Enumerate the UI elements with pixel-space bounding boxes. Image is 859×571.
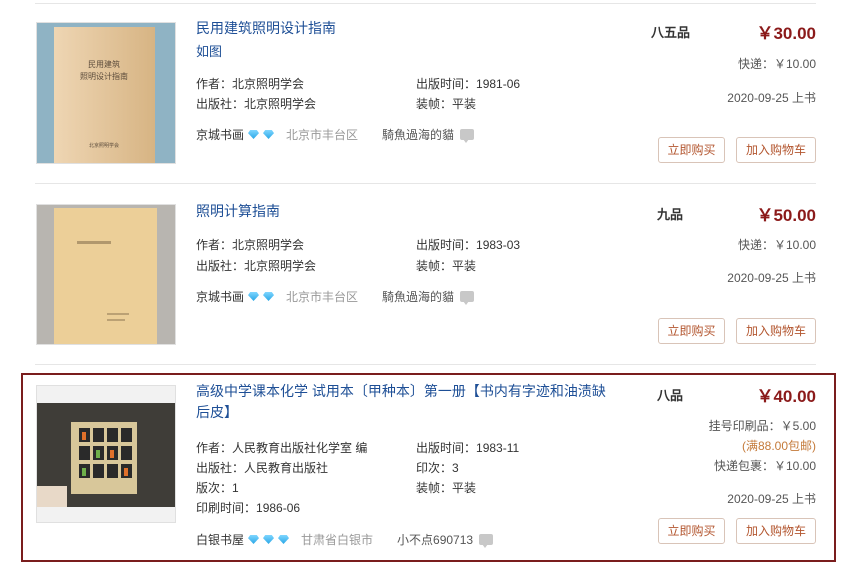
pub-date-field: 出版时间：1981-06 (416, 77, 521, 91)
cover-photo: 民用建筑 照明设计指南 北京照明学会 (37, 23, 175, 163)
seller-name-link[interactable]: 騎魚過海的貓 (382, 126, 454, 143)
list-item: 高级中学课本化学 试用本〔甲种本〕第一册【书内有字迹和油渍缺后皮】 作者：人民教… (35, 375, 816, 561)
diamond-icon (248, 130, 260, 139)
cover-photo (37, 386, 175, 522)
publisher-field: 出版社：人民教育出版社 (196, 461, 329, 475)
free-shipping-note: (满88.00包邮) (741, 439, 816, 453)
chat-icon[interactable] (460, 291, 475, 305)
book-cover-image[interactable] (36, 385, 176, 523)
cover-title-line2: 照明设计指南 (80, 71, 128, 81)
book-cover-image[interactable]: 民用建筑 照明设计指南 北京照明学会 (36, 22, 176, 164)
shipping-fee: 快递：￥10.00 (737, 57, 816, 71)
add-to-cart-button[interactable]: 加入购物车 (736, 518, 816, 544)
book-title-link[interactable]: 民用建筑照明设计指南 (196, 18, 496, 39)
add-to-cart-button[interactable]: 加入购物车 (736, 137, 816, 163)
print-date-field: 印刷时间：1986-06 (196, 501, 301, 515)
list-item: 民用建筑 照明设计指南 北京照明学会 民用建筑照明设计指南 如图 作者：北京照明… (35, 8, 816, 184)
buy-now-button[interactable]: 立即购买 (658, 137, 725, 163)
item-divider (35, 364, 816, 365)
add-to-cart-button[interactable]: 加入购物车 (736, 318, 816, 344)
seller-name-link[interactable]: 小不点690713 (397, 531, 473, 548)
top-divider (35, 3, 816, 4)
cover-publisher: 北京照明学会 (89, 142, 119, 149)
edition-field: 版次：1 (196, 481, 239, 495)
diamond-icon (248, 535, 260, 544)
binding-field: 装帧：平装 (416, 481, 477, 495)
shop-info: 白银书屋 甘肃省白银市 小不点690713 (196, 531, 494, 548)
condition-label: 八五品 (651, 25, 691, 40)
buy-now-button[interactable]: 立即购买 (658, 318, 725, 344)
diamond-icon (263, 130, 275, 139)
shop-info: 京城书画 北京市丰台区 騎魚過海的貓 (196, 288, 475, 305)
pub-date-field: 出版时间：1983-03 (416, 238, 521, 252)
publisher-field: 出版社：北京照明学会 (196, 97, 317, 111)
price: ￥50.00 (756, 206, 816, 225)
binding-field: 装帧：平装 (416, 259, 477, 273)
author-field: 作者：北京照明学会 (196, 77, 305, 91)
chat-icon[interactable] (479, 534, 494, 548)
buy-now-button[interactable]: 立即购买 (658, 518, 725, 544)
shop-name-link[interactable]: 京城书画 (196, 288, 244, 305)
price: ￥40.00 (756, 387, 816, 406)
shop-name-link[interactable]: 京城书画 (196, 126, 244, 143)
listing-date: 2020-09-25 上书 (727, 91, 816, 105)
author-field: 作者：人民教育出版社化学室 编 (196, 441, 368, 455)
shop-info: 京城书画 北京市丰台区 騎魚過海的貓 (196, 126, 475, 143)
shop-location: 甘肃省白银市 (301, 533, 374, 547)
registered-mail-fee: 挂号印刷品：￥5.00 (708, 419, 816, 433)
cover-photo (37, 205, 175, 344)
book-title-link[interactable]: 高级中学课本化学 试用本〔甲种本〕第一册【书内有字迹和油渍缺后皮】 (196, 381, 616, 423)
pub-date-field: 出版时间：1983-11 (416, 441, 520, 455)
listing-date: 2020-09-25 上书 (727, 271, 816, 285)
author-field: 作者：北京照明学会 (196, 238, 305, 252)
chat-icon[interactable] (460, 129, 475, 143)
item-divider (35, 183, 816, 184)
binding-field: 装帧：平装 (416, 97, 477, 111)
diamond-icon (278, 535, 290, 544)
diamond-icon (263, 535, 275, 544)
diamond-icon (248, 292, 260, 301)
listing-date: 2020-09-25 上书 (727, 492, 816, 506)
condition-label: 九品 (657, 207, 684, 222)
seller-name-link[interactable]: 騎魚過海的貓 (382, 288, 454, 305)
book-title-link[interactable]: 照明计算指南 (196, 201, 496, 222)
diamond-icon (263, 292, 275, 301)
price: ￥30.00 (756, 24, 816, 43)
book-cover-image[interactable] (36, 204, 176, 345)
express-fee: 快递包裹：￥10.00 (713, 459, 816, 473)
cover-title-line1: 民用建筑 (88, 59, 120, 69)
list-item: 照明计算指南 作者：北京照明学会 出版社：北京照明学会 出版时间：1983-03… (35, 190, 816, 365)
shop-location: 北京市丰台区 (286, 290, 359, 304)
publisher-field: 出版社：北京照明学会 (196, 259, 317, 273)
shipping-fee: 快递：￥10.00 (737, 238, 816, 252)
book-subtitle[interactable]: 如图 (196, 41, 222, 60)
shop-name-link[interactable]: 白银书屋 (196, 531, 244, 548)
print-run-field: 印次：3 (416, 461, 459, 475)
condition-label: 八品 (657, 388, 684, 403)
shop-location: 北京市丰台区 (286, 128, 359, 142)
